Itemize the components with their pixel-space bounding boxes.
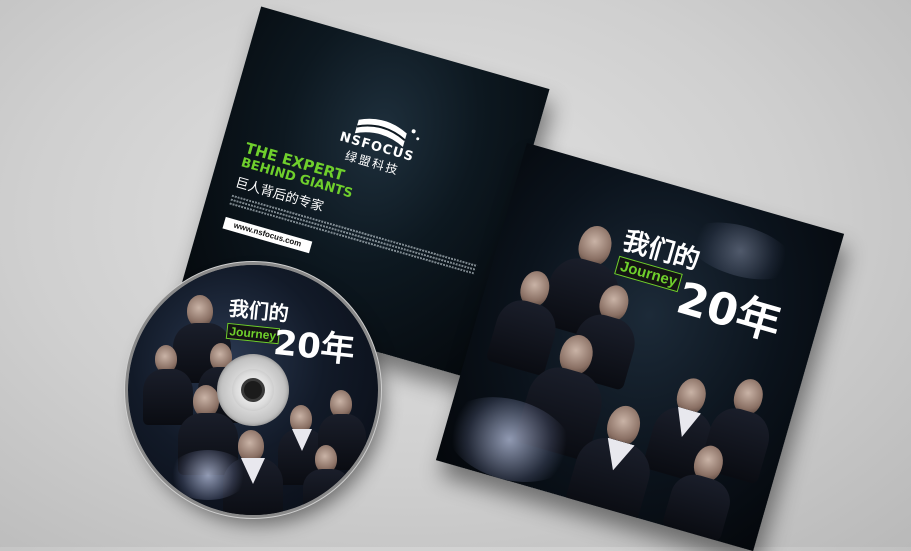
cd-disc: 我们的 Journey 20年 [128, 265, 378, 515]
disc-title-en: Journey [225, 322, 280, 345]
mockup-scene: NSFOCUS 绿盟科技 THE EXPERT BEHIND GIANTS 巨人… [0, 0, 911, 551]
disc-title-number: 20年 [271, 322, 357, 372]
disc-title: 我们的 Journey 20年 [225, 292, 357, 371]
person-8 [303, 445, 353, 515]
disc-center-hole [244, 381, 262, 399]
cloud [168, 450, 248, 500]
